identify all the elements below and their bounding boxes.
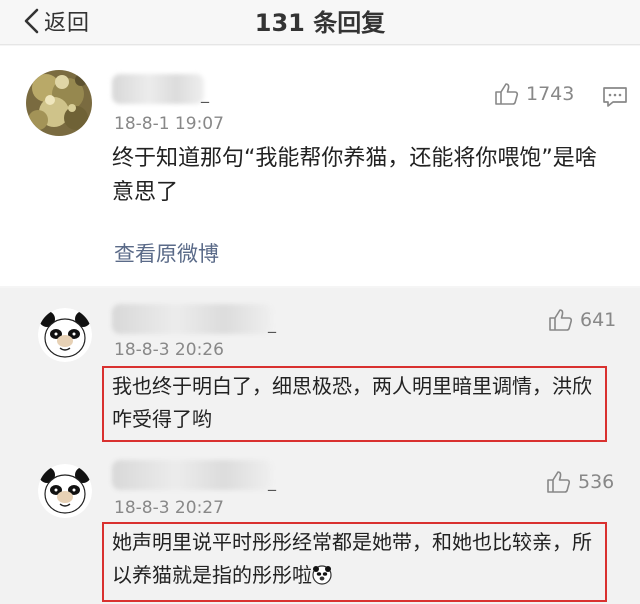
like-button[interactable]: 536 [546,470,614,494]
post-timestamp: 18-8-1 19:07 [114,114,224,134]
username-suffix: _ [268,472,276,491]
comment-icon[interactable] [602,86,628,108]
like-count: 1743 [526,83,575,105]
main-post: _ 18-8-1 19:07 1743 终于知道那句“我能帮你养猫，还能将你喂饱… [0,46,640,286]
username-blurred[interactable] [112,74,204,104]
reply-text: 她声明里说平时彤彤经常都是她带，和她也比较亲，所以养猫就是指的彤彤啦 [112,526,600,592]
top-nav-bar: 返回 131 条回复 [0,0,640,45]
panda-avatar [38,464,92,518]
reply-timestamp: 18-8-3 20:26 [114,340,224,360]
username-suffix: _ [201,84,209,103]
thumbs-up-icon [549,309,573,331]
username-blurred[interactable] [112,460,272,490]
avatar[interactable] [26,70,92,136]
username-suffix: _ [268,314,276,333]
page-title: 131 条回复 [254,9,386,37]
post-text: 终于知道那句“我能帮你养猫，还能将你喂饱”是啥意思了 [112,146,597,205]
reply-text-content: 她声明里说平时彤彤经常都是她带，和她也比较亲，所以养猫就是指的彤彤啦 [112,530,592,587]
thumbs-up-icon [495,83,519,105]
avatar[interactable] [38,308,92,362]
thumbs-up-icon [547,471,571,493]
like-count: 641 [580,309,617,331]
reply-text: 我也终于明白了，细思极恐，两人明里暗里调情，洪欣咋受得了哟 [112,374,592,431]
avatar[interactable] [38,464,92,518]
avatar-photo [26,70,92,136]
username-blurred[interactable] [112,304,272,334]
reply-list: _ 18-8-3 20:26 641 我也终于明白了，细思极恐，两人明里暗里调情… [0,288,640,604]
panda-avatar [38,308,92,362]
panda-face-emoji-icon [312,565,332,585]
like-count: 536 [578,471,615,493]
view-original-link[interactable]: 查看原微博 [114,238,219,268]
like-button[interactable]: 641 [548,308,616,332]
reply-timestamp: 18-8-3 20:27 [114,498,224,518]
like-button[interactable]: 1743 [494,82,574,106]
